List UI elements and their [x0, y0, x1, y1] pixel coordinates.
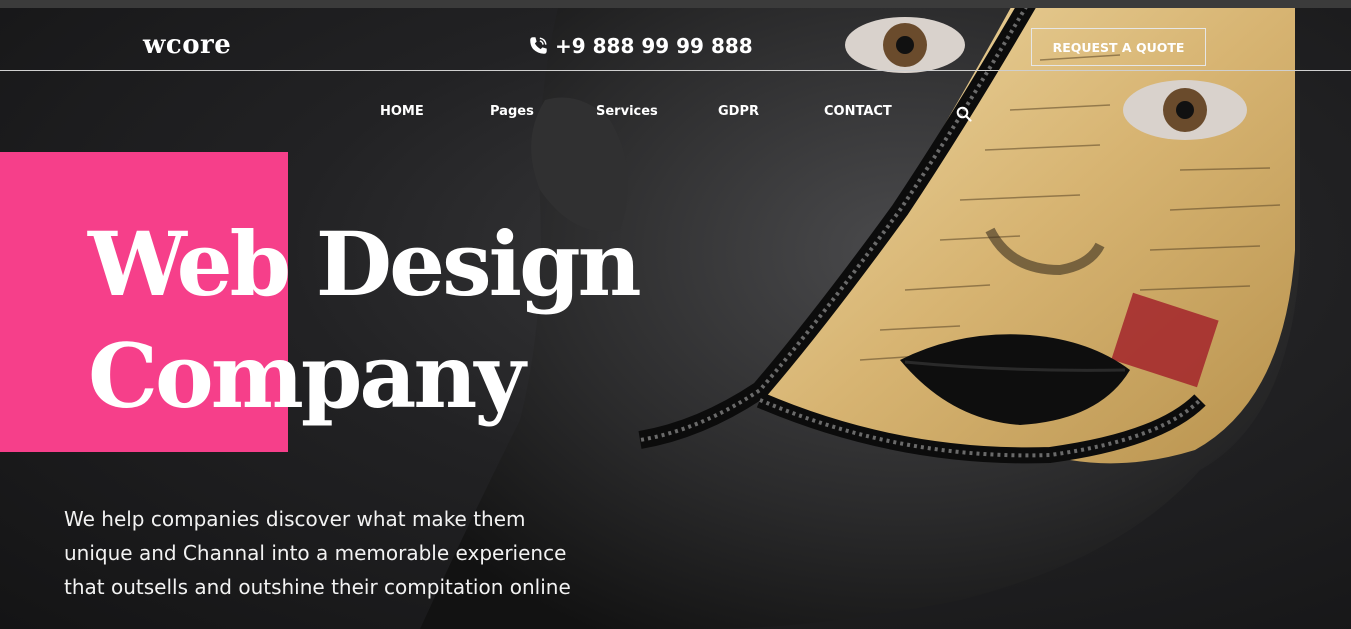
phone-number: +9 888 99 99 888	[555, 34, 753, 58]
phone-icon	[530, 37, 547, 54]
browser-top-strip	[0, 0, 1351, 8]
hero-tagline-line-2: unique and Channal into a memorable expe…	[64, 541, 567, 565]
nav-item-home[interactable]: HOME	[380, 104, 424, 119]
hero-tagline-line-3: that outsells and outshine their compita…	[64, 575, 571, 599]
search-icon[interactable]	[956, 106, 972, 122]
logo[interactable]: wcore	[143, 30, 231, 60]
hero-headline-line-2: Company	[88, 324, 526, 428]
header-phone[interactable]: +9 888 99 99 888	[527, 32, 753, 60]
hero-headline-line-1: Web Design	[88, 212, 642, 316]
hero-tagline-line-1: We help companies discover what make the…	[64, 507, 526, 531]
hero-headline: Web Design Company	[88, 208, 642, 432]
request-quote-button[interactable]: REQUEST A QUOTE	[1031, 28, 1206, 66]
nav-item-pages[interactable]: Pages	[490, 104, 534, 119]
header-divider	[0, 70, 1351, 71]
nav-item-contact[interactable]: CONTACT	[824, 104, 892, 119]
nav-item-services[interactable]: Services	[596, 104, 658, 119]
main-nav: HOME Pages Services GDPR CONTACT	[0, 104, 1351, 124]
top-bar: wcore +9 888 99 99 888 REQUEST A QUOTE	[0, 8, 1351, 70]
hero-tagline: We help companies discover what make the…	[64, 502, 604, 604]
nav-item-gdpr[interactable]: GDPR	[718, 104, 759, 119]
